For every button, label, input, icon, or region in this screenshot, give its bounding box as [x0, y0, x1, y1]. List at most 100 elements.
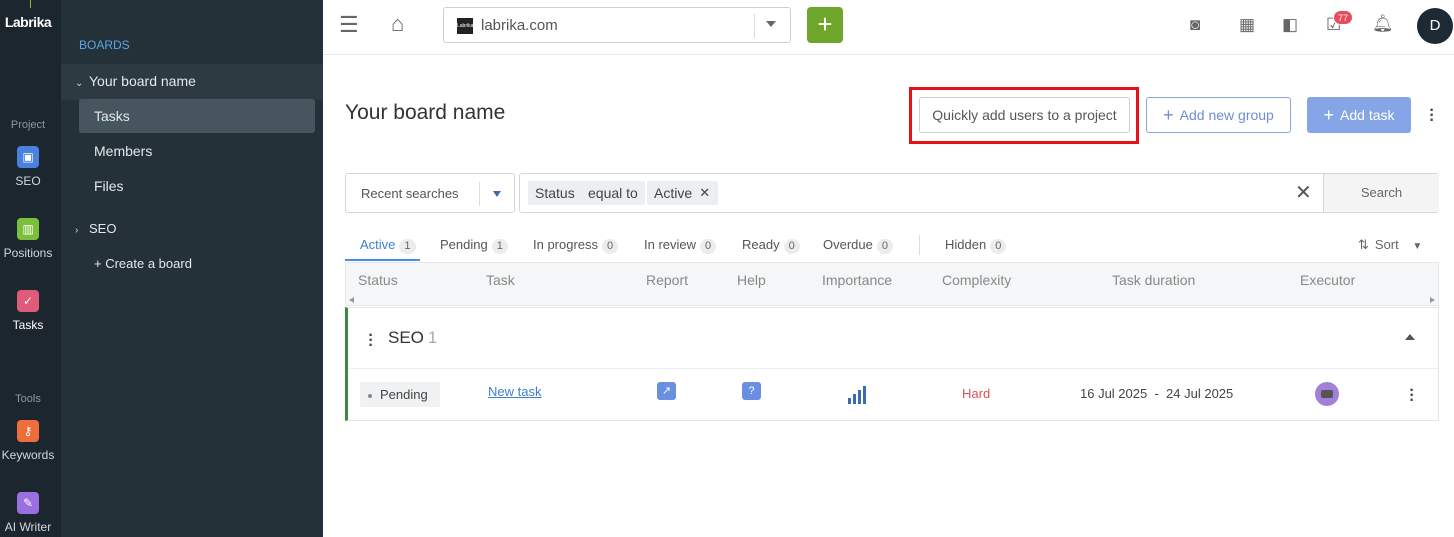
board-your-board-name[interactable]: ⌄ Your board name [75, 73, 196, 89]
home-icon[interactable]: ⌂ [391, 13, 404, 35]
task-group-seo: · · · SEO 1 Pending New task ↗ ? Hard 16 Ju… [345, 307, 1439, 421]
filter-chip-field[interactable]: Status [528, 181, 582, 205]
column-executor[interactable]: Executor [1300, 272, 1355, 288]
close-icon[interactable]: ✕ [699, 181, 710, 205]
chat-icon[interactable]: ◧ [1282, 15, 1298, 35]
sort-icon: ⇅ [1358, 237, 1369, 252]
app-logo[interactable]: Labrika [0, 14, 56, 30]
tab-count: 0 [990, 239, 1007, 254]
status-badge[interactable]: Pending [360, 382, 440, 407]
seo-icon: ▣ [17, 146, 39, 168]
filter-chip-value-label: Active [654, 185, 693, 201]
rail-section-project: Project [10, 119, 46, 131]
add-task-label: Add task [1340, 107, 1395, 123]
search-button[interactable]: Search [1323, 174, 1439, 212]
scroll-right-arrow[interactable] [1430, 297, 1435, 303]
board-seo[interactable]: › SEO [75, 221, 116, 236]
rail-item-label: AI Writer [4, 520, 52, 534]
bell-icon[interactable]: 🔔︎ [1372, 14, 1394, 34]
select-divider [479, 182, 480, 206]
rail-section-tools: Tools [15, 393, 41, 405]
tab-label: In progress [533, 237, 599, 252]
rail-item-keywords[interactable]: ⚷ Keywords [0, 420, 56, 462]
boards-header: BOARDS [79, 38, 130, 52]
sort-label: Sort [1374, 237, 1399, 252]
select-divider [754, 14, 755, 38]
rail-item-label: Tasks [12, 318, 44, 332]
group-menu-icon[interactable]: · · · [368, 328, 374, 354]
collapse-caret-icon[interactable] [1405, 334, 1415, 340]
row-menu-icon[interactable]: · · · [1409, 383, 1415, 409]
recent-searches-select[interactable]: Recent searches [345, 173, 515, 213]
add-new-group-button[interactable]: + Add new group [1146, 97, 1291, 133]
site-favicon: Labrika [457, 18, 473, 34]
briefcase-icon[interactable]: ◙ [1190, 15, 1200, 35]
rail-item-positions[interactable]: ▥ Positions [0, 218, 56, 260]
user-avatar[interactable]: D [1417, 8, 1453, 44]
rail-item-tasks[interactable]: ✓ Tasks [0, 290, 56, 332]
complexity-value: Hard [962, 386, 991, 401]
sub-item-members[interactable]: Members [94, 143, 152, 159]
board-label: SEO [89, 221, 117, 236]
caret-down-icon[interactable] [493, 191, 501, 197]
report-chart-icon[interactable]: ↗ [657, 382, 676, 400]
group-name: SEO [388, 328, 424, 347]
table-header: Status Task Report Help Importance Compl… [345, 262, 1439, 306]
tab-label: Overdue [823, 237, 873, 252]
caret-down-icon[interactable] [766, 21, 776, 27]
column-complexity[interactable]: Complexity [942, 272, 1011, 288]
filter-input[interactable]: Status equal to Active ✕ ✕ Search [519, 173, 1439, 213]
domain-select[interactable]: Labrika labrika.com [443, 7, 791, 43]
add-task-button[interactable]: + Add task [1307, 97, 1411, 133]
tab-pending[interactable]: Pending 1 [440, 237, 508, 254]
column-status[interactable]: Status [358, 272, 398, 288]
tab-count: 1 [491, 239, 508, 254]
quick-add-users-button[interactable]: Quickly add users to a project [919, 97, 1130, 133]
domain-value: labrika.com [481, 17, 558, 34]
tab-count: 0 [876, 239, 893, 254]
column-help[interactable]: Help [737, 272, 766, 288]
ai-writer-wand-icon: ✎ [17, 492, 39, 514]
task-link[interactable]: New task [488, 384, 541, 399]
column-report[interactable]: Report [646, 272, 688, 288]
recent-searches-label: Recent searches [361, 186, 459, 201]
tabs-divider [919, 235, 920, 255]
group-title: SEO 1 [388, 328, 437, 348]
app-rail: Labrika Project ▣ SEO ▥ Positions ✓ Task… [0, 0, 61, 537]
add-project-button[interactable]: + [807, 7, 843, 43]
tab-count: 0 [783, 239, 800, 254]
board-label: Your board name [89, 73, 196, 89]
help-question-icon[interactable]: ? [742, 382, 761, 400]
keywords-key-icon: ⚷ [17, 420, 39, 442]
chevron-right-icon: › [75, 225, 79, 236]
tab-overdue[interactable]: Overdue 0 [823, 237, 893, 254]
executor-avatar[interactable] [1315, 382, 1339, 406]
sort-dropdown[interactable]: ⇅ Sort ▼ [1358, 237, 1422, 253]
create-board-link[interactable]: + Create a board [94, 256, 192, 271]
rail-item-ai-writer[interactable]: ✎ AI Writer [0, 492, 56, 534]
status-label: Pending [380, 387, 428, 402]
tab-in-review[interactable]: In review 0 [644, 237, 717, 254]
plus-icon: + [1163, 105, 1174, 125]
caret-down-icon: ▼ [1412, 241, 1423, 252]
clear-filter-icon[interactable]: ✕ [1295, 183, 1312, 203]
scroll-left-arrow[interactable] [349, 297, 354, 303]
sub-item-tasks[interactable]: Tasks [94, 108, 130, 124]
column-task-duration[interactable]: Task duration [1112, 272, 1195, 288]
calendar-icon[interactable]: ▦ [1239, 15, 1255, 35]
tab-in-progress[interactable]: In progress 0 [533, 237, 619, 254]
column-task[interactable]: Task [486, 272, 515, 288]
tab-ready[interactable]: Ready 0 [742, 237, 800, 254]
more-options-icon[interactable]: · · · [1429, 103, 1435, 129]
group-divider [348, 368, 1439, 369]
tab-count: 0 [700, 239, 717, 254]
tab-hidden[interactable]: Hidden 0 [945, 237, 1007, 254]
tab-active[interactable]: Active 1 [360, 237, 416, 254]
sub-item-files[interactable]: Files [94, 178, 124, 194]
column-importance[interactable]: Importance [822, 272, 892, 288]
rail-item-seo[interactable]: ▣ SEO [0, 146, 56, 188]
filter-chip-operator[interactable]: equal to [581, 181, 645, 205]
filter-chip-value[interactable]: Active ✕ [647, 181, 719, 205]
plus-icon: + [1323, 105, 1335, 125]
hamburger-menu-icon[interactable]: ☰ [339, 14, 359, 36]
